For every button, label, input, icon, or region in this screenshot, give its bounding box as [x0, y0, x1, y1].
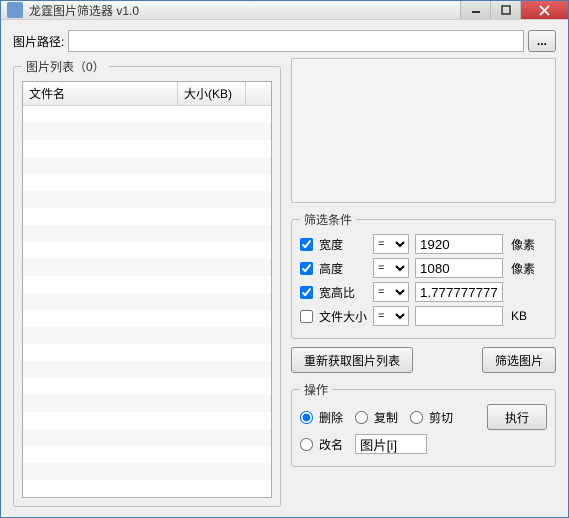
preview-pane: [291, 58, 556, 203]
cond-op-0[interactable]: =: [373, 234, 409, 254]
col-size[interactable]: 大小(KB): [178, 82, 246, 105]
reload-button[interactable]: 重新获取图片列表: [291, 347, 413, 373]
exec-button[interactable]: 执行: [487, 404, 547, 430]
window-title: 龙霆图片筛选器 v1.0: [29, 2, 460, 19]
filelist-legend: 图片列表（0）: [22, 58, 109, 75]
cond-op-3[interactable]: =: [373, 306, 409, 326]
op-rename-radio[interactable]: [300, 438, 313, 451]
ops-group: 操作 删除 复制 剪切 执行 改名: [291, 381, 556, 467]
cond-value-2[interactable]: [415, 282, 503, 302]
cond-op-2[interactable]: =: [373, 282, 409, 302]
cond-op-1[interactable]: =: [373, 258, 409, 278]
op-copy-label[interactable]: 复制: [374, 409, 398, 426]
cond-value-1[interactable]: [415, 258, 503, 278]
maximize-button[interactable]: [490, 1, 520, 19]
filelist-group: 图片列表（0） 文件名 大小(KB): [13, 58, 281, 507]
file-table[interactable]: 文件名 大小(KB): [22, 81, 272, 498]
op-cut-radio[interactable]: [410, 411, 423, 424]
op-cut-label[interactable]: 剪切: [429, 409, 453, 426]
cond-check-0[interactable]: [300, 238, 313, 251]
cond-check-1[interactable]: [300, 262, 313, 275]
minimize-button[interactable]: [460, 1, 490, 19]
op-copy-radio[interactable]: [355, 411, 368, 424]
path-label: 图片路径:: [13, 33, 64, 50]
table-body: [23, 106, 271, 497]
ops-legend: 操作: [300, 381, 332, 398]
cond-label-2: 宽高比: [319, 284, 367, 301]
cond-check-2[interactable]: [300, 286, 313, 299]
op-rename-label[interactable]: 改名: [319, 436, 343, 453]
cond-check-3[interactable]: [300, 310, 313, 323]
filter-button[interactable]: 筛选图片: [482, 347, 556, 373]
cond-unit-3: KB: [511, 309, 527, 323]
cond-value-3[interactable]: [415, 306, 503, 326]
cond-value-0[interactable]: [415, 234, 503, 254]
path-input[interactable]: [68, 30, 524, 52]
col-filename[interactable]: 文件名: [23, 82, 178, 105]
cond-unit-1: 像素: [511, 260, 535, 277]
app-icon: [7, 2, 23, 18]
cond-label-0: 宽度: [319, 236, 367, 253]
rename-input[interactable]: [355, 434, 427, 454]
cond-unit-0: 像素: [511, 236, 535, 253]
conditions-group: 筛选条件 宽度=像素高度=像素宽高比=文件大小=KB: [291, 211, 556, 339]
op-delete-radio[interactable]: [300, 411, 313, 424]
close-button[interactable]: [520, 1, 568, 19]
browse-button[interactable]: ...: [528, 30, 556, 52]
titlebar: 龙霆图片筛选器 v1.0: [1, 1, 568, 20]
conditions-legend: 筛选条件: [300, 211, 356, 228]
cond-label-1: 高度: [319, 260, 367, 277]
op-delete-label[interactable]: 删除: [319, 409, 343, 426]
cond-label-3: 文件大小: [319, 308, 367, 325]
